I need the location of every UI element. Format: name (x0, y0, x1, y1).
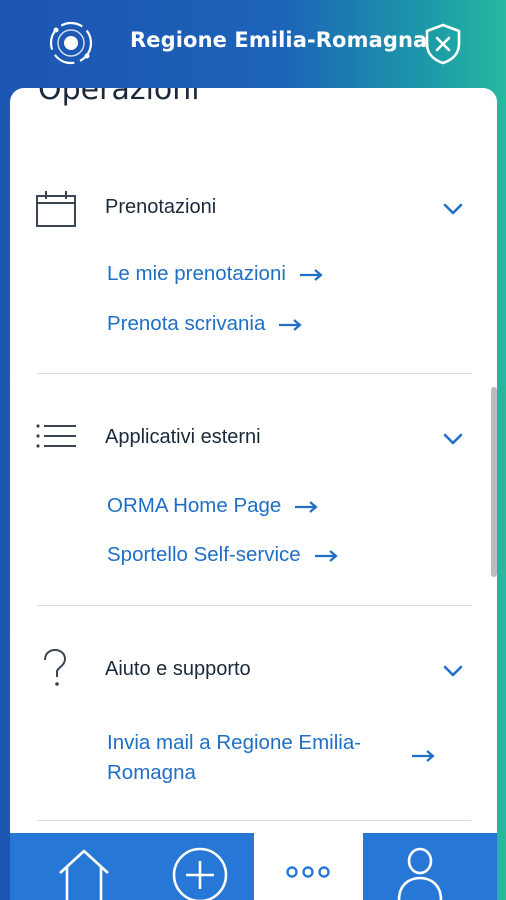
arrow-right-icon (279, 318, 303, 331)
arrow-right-icon (314, 549, 338, 562)
group-applicativi-esterni[interactable]: Applicativi esterni (10, 416, 497, 466)
add-icon (172, 847, 228, 900)
link-label: ORMA Home Page (107, 494, 282, 517)
scrollbar[interactable] (491, 387, 497, 577)
link-sportello-self-service[interactable]: Sportello Self-service (107, 543, 339, 567)
arrow-right-icon[interactable] (412, 750, 436, 762)
link-label: Prenota scrivania (107, 312, 266, 335)
group-label: Applicativi esterni (105, 426, 261, 448)
link-label-line-2: Romagna (107, 761, 196, 784)
link-invia-mail[interactable]: Invia mail a Regione Emilia- Romagna (107, 728, 361, 788)
bottom-nav (10, 833, 497, 900)
section-title: Operazioni (38, 88, 200, 107)
link-label: Sportello Self-service (107, 543, 301, 566)
divider (37, 373, 471, 374)
chevron-down-icon[interactable] (442, 664, 464, 678)
operations-panel: Operazioni Prenotazioni Le mie prenotazi… (10, 88, 497, 833)
nav-profile[interactable] (363, 833, 497, 900)
arrow-right-icon (299, 268, 323, 281)
region-logo-icon (49, 21, 93, 65)
top-bar: Regione Emilia-Romagna (0, 0, 506, 88)
home-icon (59, 849, 109, 900)
nav-more[interactable] (254, 833, 363, 900)
link-label-line-1: Invia mail a Regione Emilia- (107, 731, 362, 754)
app-title: Regione Emilia-Romagna (130, 28, 428, 52)
chevron-down-icon[interactable] (442, 432, 464, 446)
calendar-icon (36, 191, 76, 227)
link-label: Le mie prenotazioni (107, 262, 286, 285)
user-icon (397, 847, 443, 900)
divider (37, 605, 471, 606)
question-icon (44, 648, 67, 686)
nav-add[interactable] (132, 833, 254, 900)
link-orma-home-page[interactable]: ORMA Home Page (107, 494, 319, 518)
more-icon (286, 866, 330, 878)
shield-close-icon[interactable] (422, 22, 464, 66)
group-aiuto-e-supporto[interactable]: Aiuto e supporto (10, 648, 497, 698)
chevron-down-icon[interactable] (442, 202, 464, 216)
nav-home[interactable] (10, 833, 132, 900)
group-label: Aiuto e supporto (105, 658, 251, 680)
link-le-mie-prenotazioni[interactable]: Le mie prenotazioni (107, 262, 324, 286)
arrow-right-icon (295, 500, 319, 513)
divider (37, 820, 471, 821)
group-prenotazioni[interactable]: Prenotazioni (10, 186, 497, 236)
link-prenota-scrivania[interactable]: Prenota scrivania (107, 312, 303, 336)
list-icon (36, 424, 76, 448)
group-label: Prenotazioni (105, 196, 217, 218)
